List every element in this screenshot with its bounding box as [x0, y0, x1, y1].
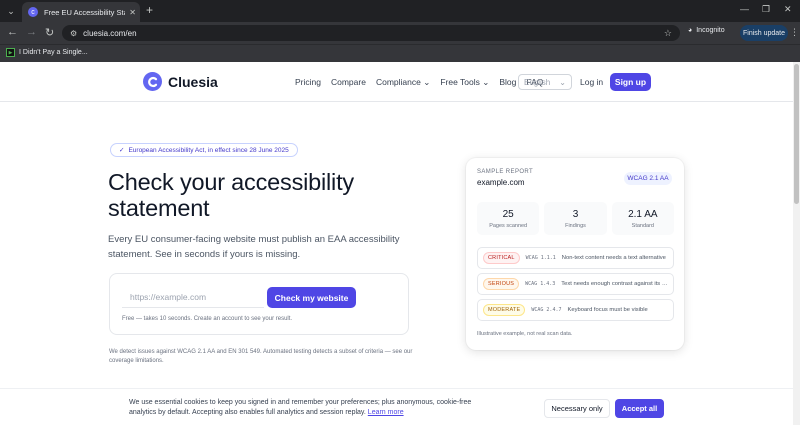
login-link[interactable]: Log in [580, 77, 603, 87]
stat-value: 25 [502, 208, 514, 220]
nav-compliance[interactable]: Compliance ⌄ [376, 77, 430, 88]
check-icon: ✓ [119, 147, 125, 154]
address-bar[interactable]: ⚙ cluesia.com/en ☆ [62, 25, 680, 41]
tab-title: Free EU Accessibility Statement [44, 7, 125, 17]
issue-text: Keyboard focus must be visible [567, 307, 648, 313]
page-title: Check your accessibility statement [108, 169, 354, 221]
incognito-label: Incognito [696, 27, 725, 34]
form-note: Free — takes 10 seconds. Create an accou… [122, 316, 293, 322]
eaa-badge-text: European Accessibility Act, in effect si… [128, 146, 289, 154]
incognito-icon: ◕ [688, 27, 693, 34]
brand-logo-icon [143, 72, 162, 91]
website-url-input[interactable] [122, 287, 264, 308]
chevron-down-icon: ⌄ [482, 77, 490, 87]
check-website-button[interactable]: Check my website [267, 287, 356, 308]
learn-more-link[interactable]: Learn more [368, 409, 404, 416]
issue-text: Text needs enough contrast against its b… [561, 281, 668, 287]
cookie-banner: We use essential cookies to keep you sig… [0, 388, 800, 425]
language-select[interactable]: English ⌄ [518, 74, 572, 90]
nav-pricing[interactable]: Pricing [295, 77, 321, 88]
report-label: SAMPLE REPORT [477, 169, 534, 175]
window-close-icon[interactable]: ✕ [784, 4, 792, 15]
tab-favicon-icon: c [28, 7, 38, 17]
severity-badge: MODERATE [483, 304, 526, 316]
url-check-form: Check my website Free — takes 10 seconds… [109, 273, 409, 335]
issue-row: CRITICAL WCAG 1.1.1 Non-text content nee… [477, 247, 674, 269]
bookmark-favicon-icon: ▶ [6, 48, 15, 57]
nav-free-tools[interactable]: Free Tools ⌄ [440, 77, 489, 88]
standard-tag: WCAG 2.1 AA [624, 172, 672, 185]
stat-pages: 25 Pages scanned [477, 202, 540, 235]
bookmark-label: I Didn't Pay a Single... [19, 49, 88, 56]
incognito-indicator[interactable]: ◕ Incognito [688, 27, 725, 34]
issue-row: MODERATE WCAG 2.4.7 Keyboard focus must … [477, 299, 674, 321]
browser-menu-icon[interactable]: ⋮ [790, 27, 799, 38]
necessary-only-button[interactable]: Necessary only [544, 399, 610, 418]
hero-subtitle: Every EU consumer-facing website must pu… [108, 234, 400, 260]
stat-label: Pages scanned [489, 222, 528, 229]
stat-value: 2.1 AA [628, 208, 658, 220]
signup-button[interactable]: Sign up [610, 73, 651, 91]
chevron-down-icon: ⌄ [559, 77, 566, 87]
new-tab-icon[interactable]: + [146, 3, 153, 17]
browser-tab[interactable]: c Free EU Accessibility Statement ✕ [22, 2, 140, 22]
nav-compliance-label: Compliance [375, 77, 421, 87]
stat-label: Findings [565, 222, 586, 229]
stat-label: Standard [631, 222, 654, 229]
chevron-down-icon: ⌄ [423, 77, 431, 87]
eaa-badge: ✓ European Accessibility Act, in effect … [110, 143, 298, 157]
wcag-code: WCAG 1.4.3 [525, 281, 556, 287]
stat-standard: 2.1 AA Standard [611, 202, 674, 235]
wcag-code: WCAG 2.4.7 [531, 307, 562, 313]
issue-text: Non-text content needs a text alternativ… [561, 255, 666, 261]
report-footnote: Illustrative example, not real scan data… [477, 331, 573, 337]
browser-toolbar: ← → ↻ ⚙ cluesia.com/en ☆ ◕ Incognito Fin… [0, 22, 800, 44]
brand-name: Cluesia [168, 73, 218, 90]
severity-badge: CRITICAL [483, 252, 520, 264]
report-stats: 25 Pages scanned 3 Findings 2.1 AA Stand… [477, 202, 674, 235]
bookmarks-bar: ▶ I Didn't Pay a Single... [0, 44, 800, 62]
language-value: English [524, 77, 551, 87]
site-header: Cluesia Pricing Compare Compliance ⌄ Fre… [0, 62, 800, 102]
cookie-text-body: We use essential cookies to keep you sig… [129, 399, 472, 416]
browser-tab-bar: ⌄ c Free EU Accessibility Statement ✕ + … [0, 0, 800, 22]
minimize-icon[interactable]: — [740, 4, 749, 14]
tab-close-icon[interactable]: ✕ [129, 8, 136, 17]
finish-update-button[interactable]: Finish update [740, 25, 788, 41]
sample-report-card: SAMPLE REPORT example.com WCAG 2.1 AA 25… [466, 158, 684, 350]
wcag-code: WCAG 1.1.1 [525, 255, 556, 261]
stat-findings: 3 Findings [544, 202, 607, 235]
brand-logo[interactable]: Cluesia [143, 72, 218, 91]
issue-list: CRITICAL WCAG 1.1.1 Non-text content nee… [477, 247, 674, 321]
severity-badge: SERIOUS [483, 278, 520, 290]
cookie-text: We use essential cookies to keep you sig… [129, 398, 479, 418]
scrollbar-thumb[interactable] [794, 64, 799, 204]
address-url[interactable]: cluesia.com/en [83, 29, 664, 38]
main-nav: Pricing Compare Compliance ⌄ Free Tools … [295, 77, 543, 88]
forward-icon[interactable]: → [26, 26, 37, 38]
issue-row: SERIOUS WCAG 1.4.3 Text needs enough con… [477, 273, 674, 295]
accept-all-button[interactable]: Accept all [615, 399, 664, 418]
stat-value: 3 [572, 208, 579, 220]
nav-free-tools-label: Free Tools [440, 77, 480, 87]
nav-blog[interactable]: Blog [499, 77, 516, 88]
site-info-icon[interactable]: ⚙ [70, 29, 77, 38]
bookmark-item[interactable]: ▶ I Didn't Pay a Single... [6, 48, 88, 57]
coverage-disclaimer: We detect issues against WCAG 2.1 AA and… [109, 349, 413, 364]
bookmark-star-icon[interactable]: ☆ [664, 28, 672, 39]
back-icon[interactable]: ← [7, 26, 18, 38]
restore-icon[interactable]: ❐ [762, 4, 770, 15]
nav-compare[interactable]: Compare [331, 77, 366, 88]
page-scrollbar[interactable] [793, 62, 800, 425]
report-site: example.com [477, 178, 525, 187]
reload-icon[interactable]: ↻ [45, 26, 54, 39]
tab-search-icon[interactable]: ⌄ [4, 4, 18, 18]
